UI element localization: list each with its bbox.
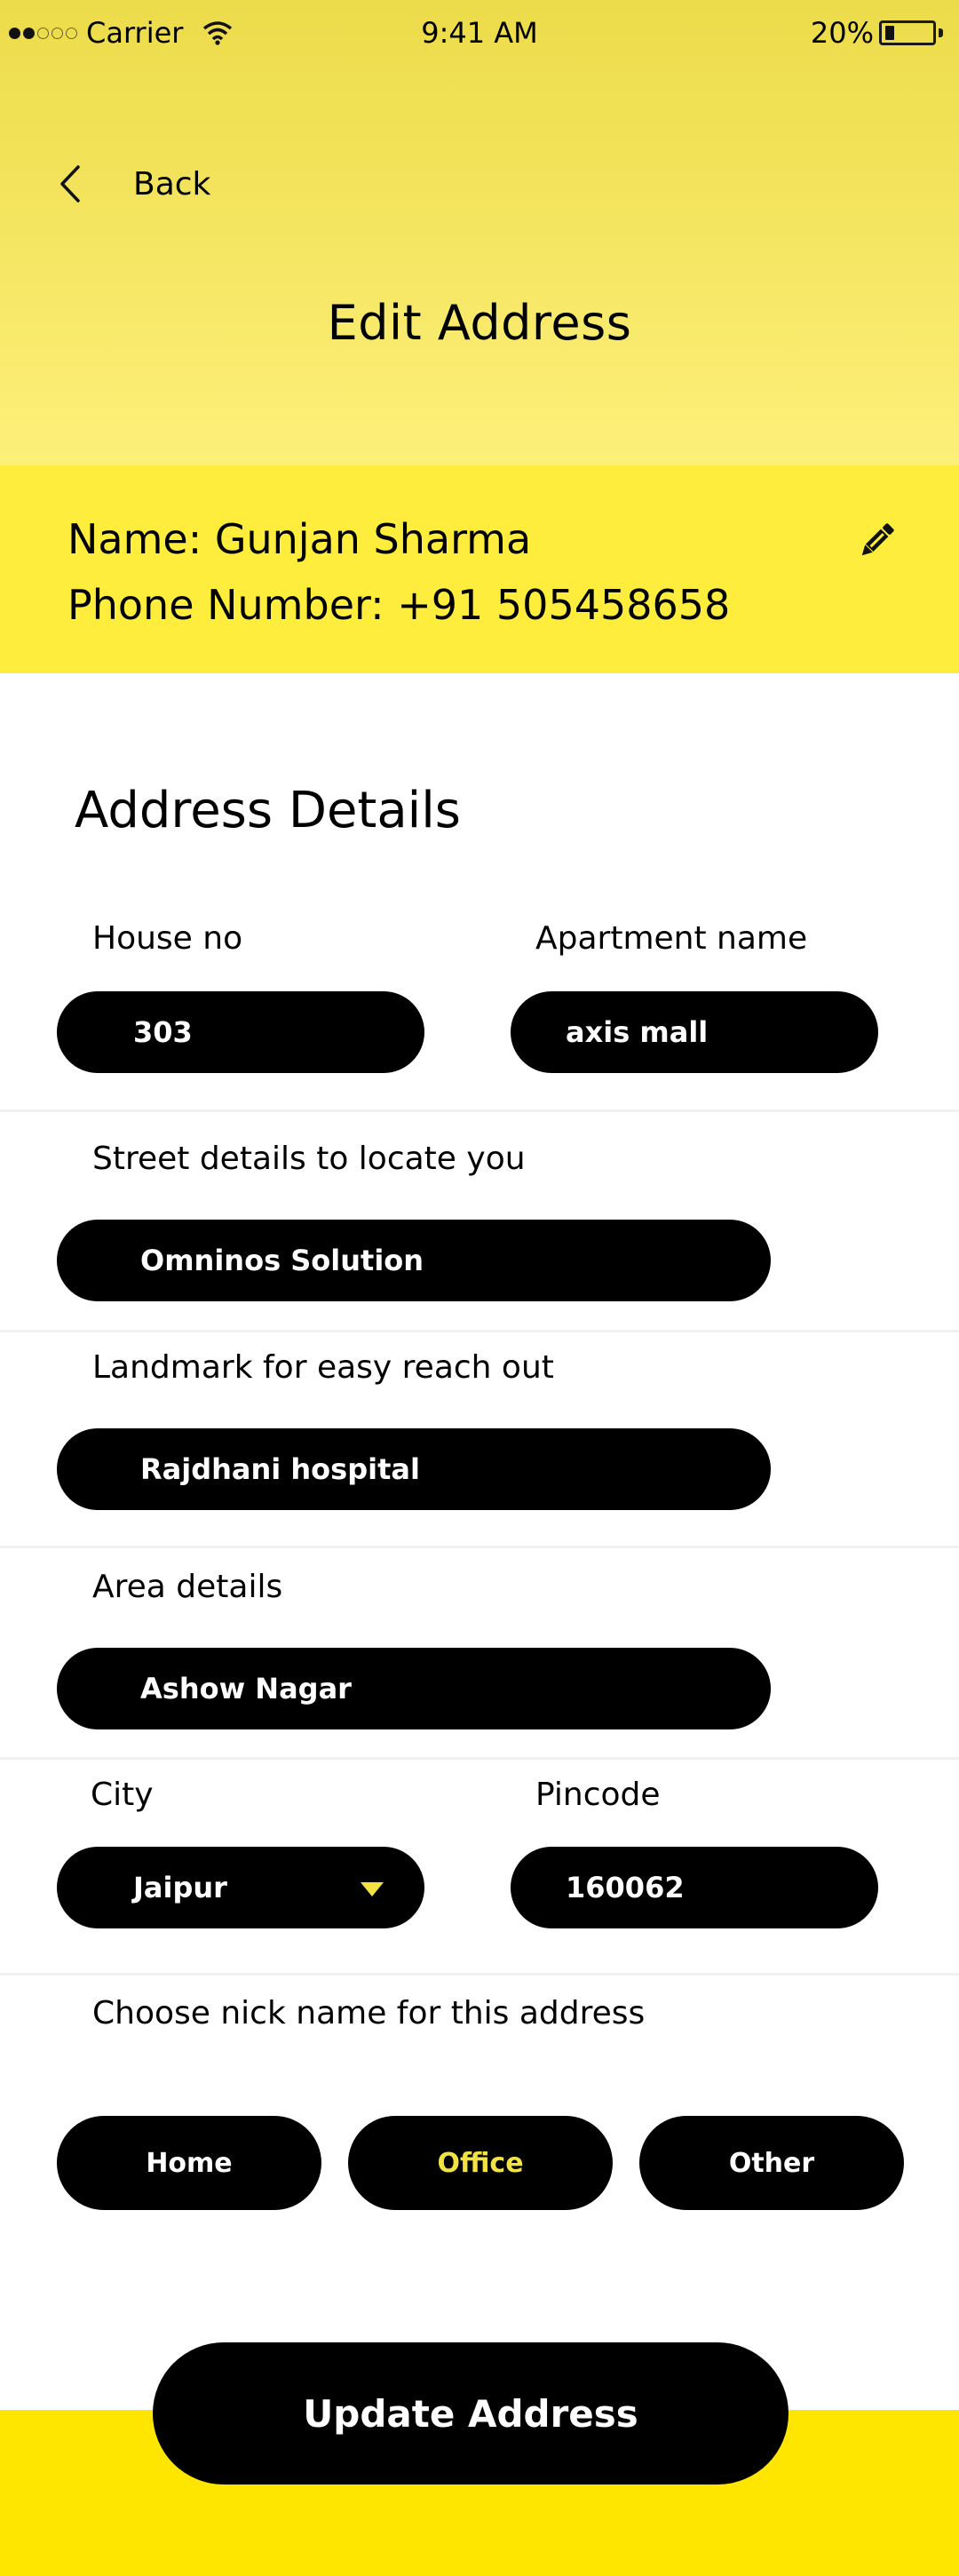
dropdown-caret-icon xyxy=(361,1882,384,1896)
landmark-value: Rajdhani hospital xyxy=(140,1452,420,1486)
house-no-label: House no xyxy=(92,920,243,957)
house-no-input[interactable]: 303 xyxy=(57,991,424,1073)
city-label: City xyxy=(91,1777,154,1813)
area-value: Ashow Nagar xyxy=(140,1672,352,1705)
chevron-left-icon xyxy=(60,165,80,203)
section-title: Address Details xyxy=(75,782,461,839)
apartment-label: Apartment name xyxy=(535,920,808,957)
battery-icon xyxy=(879,19,943,47)
nickname-option-other[interactable]: Other xyxy=(639,2116,904,2210)
pincode-value: 160062 xyxy=(566,1871,685,1904)
street-value: Omninos Solution xyxy=(140,1244,424,1277)
apartment-input[interactable]: axis mall xyxy=(511,991,878,1073)
back-button[interactable]: Back xyxy=(59,163,210,204)
pincode-input[interactable]: 160062 xyxy=(511,1847,878,1928)
pincode-label: Pincode xyxy=(535,1777,661,1813)
back-label: Back xyxy=(133,165,211,203)
nickname-option-office[interactable]: Office xyxy=(348,2116,613,2210)
street-label: Street details to locate you xyxy=(92,1141,526,1177)
nickname-option-home[interactable]: Home xyxy=(57,2116,321,2210)
contact-phone: Phone Number: +91 505458658 xyxy=(67,581,731,629)
area-input[interactable]: Ashow Nagar xyxy=(57,1648,771,1729)
pencil-icon[interactable] xyxy=(856,521,897,561)
divider xyxy=(0,1330,959,1332)
header: Carrier 9:41 AM 20% Back Edit Address xyxy=(0,0,959,465)
status-bar: Carrier 9:41 AM 20% xyxy=(0,0,959,68)
page-title: Edit Address xyxy=(327,295,632,351)
status-right: 20% xyxy=(811,16,943,50)
city-select[interactable]: Jaipur xyxy=(57,1847,424,1928)
contact-name: Name: Gunjan Sharma xyxy=(67,515,532,563)
divider xyxy=(0,1546,959,1548)
divider xyxy=(0,1109,959,1112)
update-address-button[interactable]: Update Address xyxy=(153,2342,789,2485)
street-input[interactable]: Omninos Solution xyxy=(57,1220,771,1301)
house-no-value: 303 xyxy=(133,1015,193,1049)
city-value: Jaipur xyxy=(133,1871,227,1904)
nickname-label: Choose nick name for this address xyxy=(92,1995,646,2031)
divider xyxy=(0,1757,959,1760)
contact-card: Name: Gunjan Sharma Phone Number: +91 50… xyxy=(0,465,959,673)
landmark-input[interactable]: Rajdhani hospital xyxy=(57,1428,771,1510)
apartment-value: axis mall xyxy=(566,1015,709,1049)
divider xyxy=(0,1973,959,1976)
area-label: Area details xyxy=(92,1569,283,1605)
battery-percent: 20% xyxy=(810,16,874,50)
landmark-label: Landmark for easy reach out xyxy=(92,1349,554,1386)
